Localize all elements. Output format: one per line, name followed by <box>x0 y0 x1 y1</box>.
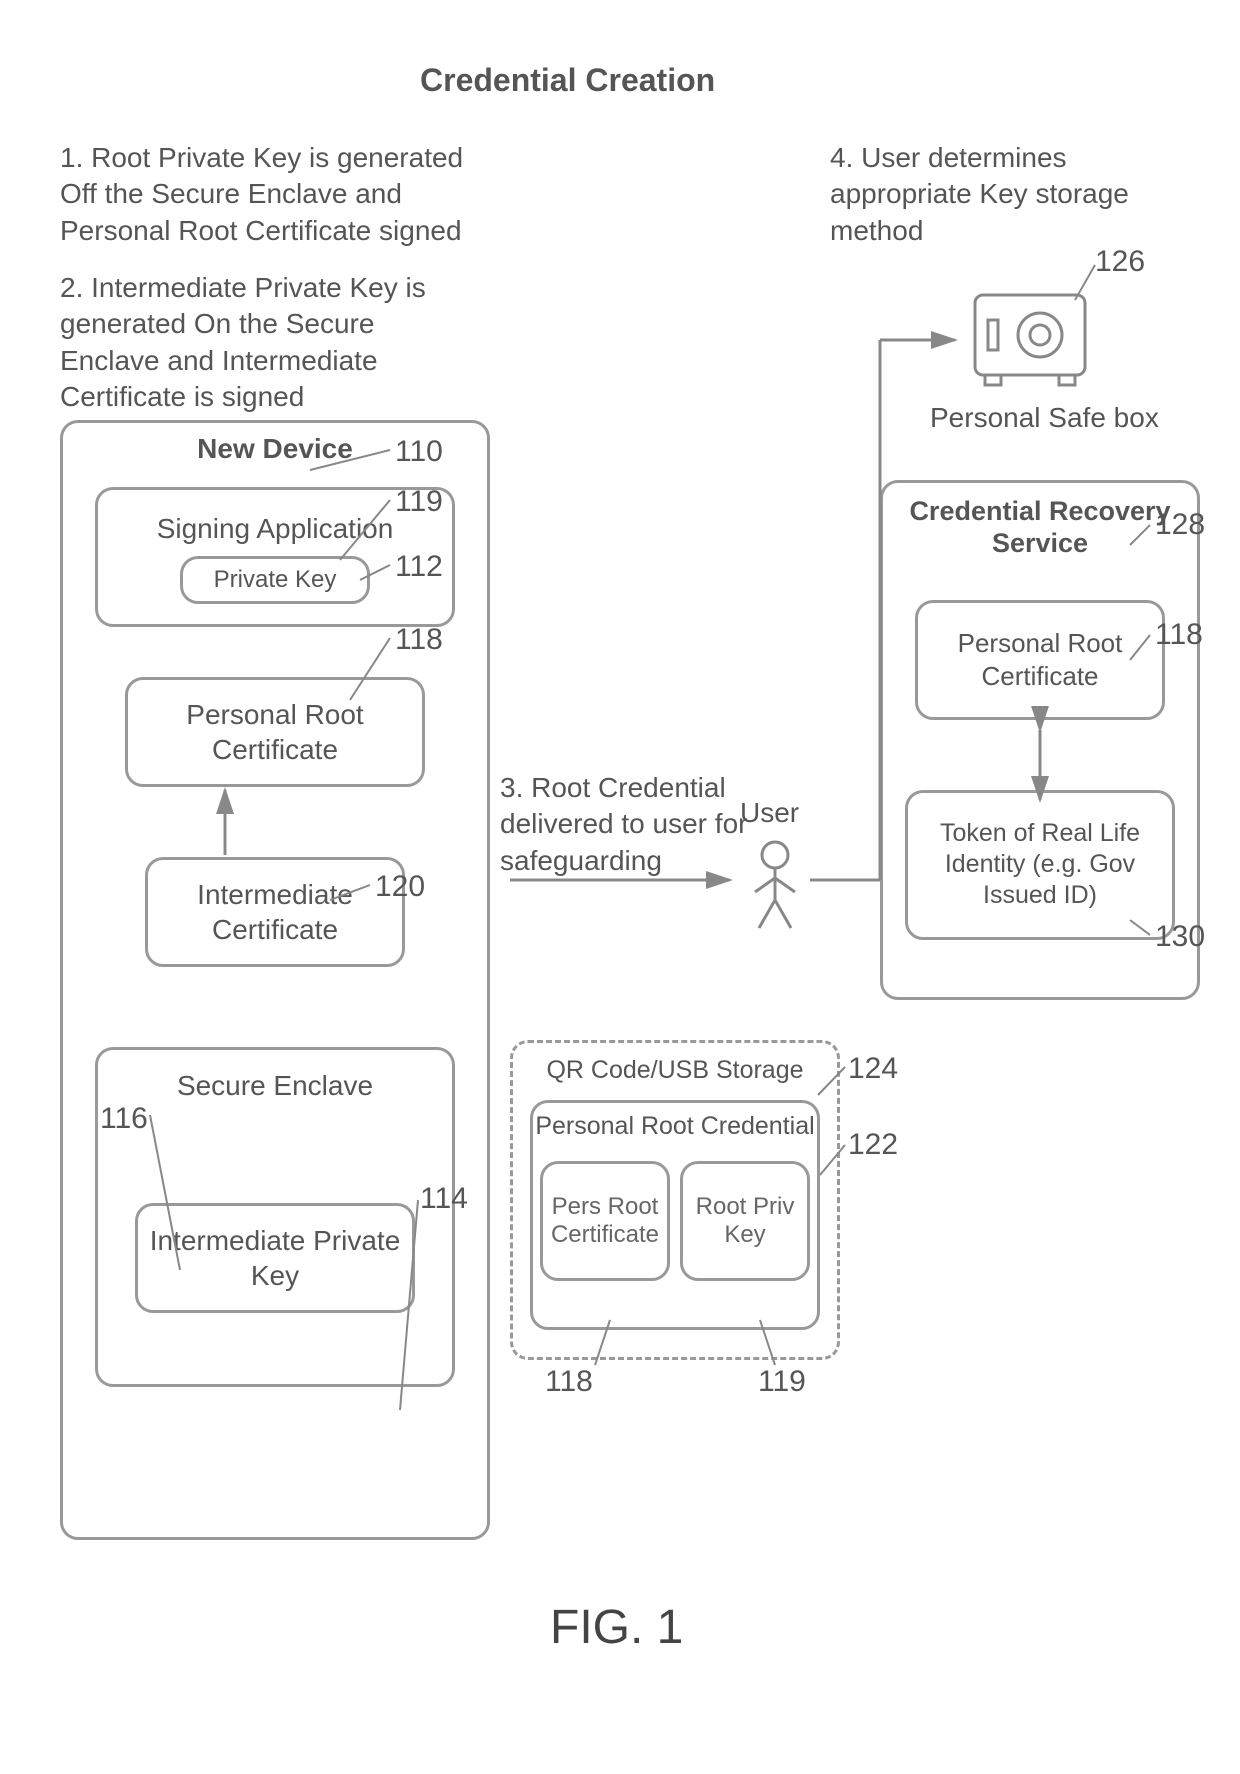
ref-110: 110 <box>395 435 443 469</box>
pers-root-cert-box: Pers Root Certificate <box>540 1161 670 1281</box>
token-label: Token of Real Life Identity (e.g. Gov Is… <box>908 818 1172 912</box>
safe-icon <box>970 290 1090 390</box>
personal-root-cert-label: Personal Root Certificate <box>128 697 422 767</box>
storage-box: QR Code/USB Storage Personal Root Creden… <box>510 1040 840 1360</box>
pers-root-cert-label: Pers Root Certificate <box>543 1193 667 1249</box>
private-key-label: Private Key <box>214 565 337 595</box>
intermediate-cert-box: Intermediate Certificate <box>145 857 405 967</box>
recovery-cert-box: Personal Root Certificate <box>915 600 1165 720</box>
ref-130: 130 <box>1155 920 1205 954</box>
token-box: Token of Real Life Identity (e.g. Gov Is… <box>905 790 1175 940</box>
step-1-text: 1. Root Private Key is generated Off the… <box>60 140 480 249</box>
root-priv-key-box: Root Priv Key <box>680 1161 810 1281</box>
ref-118c: 118 <box>1155 618 1203 652</box>
ref-128: 128 <box>1155 508 1205 542</box>
user-label: User <box>740 795 799 831</box>
credential-recovery-box: Credential Recovery Service Personal Roo… <box>880 480 1200 1000</box>
storage-title: QR Code/USB Storage <box>546 1055 803 1086</box>
ref-112: 112 <box>395 550 443 584</box>
user-icon <box>745 840 805 930</box>
figure-label: FIG. 1 <box>550 1600 683 1655</box>
personal-root-credential-box: Personal Root Credential Pers Root Certi… <box>530 1100 820 1330</box>
ref-119a: 119 <box>395 485 443 519</box>
new-device-box: New Device Signing Application Private K… <box>60 420 490 1540</box>
ref-118b: 118 <box>545 1365 593 1399</box>
secure-enclave-label: Secure Enclave <box>177 1068 373 1103</box>
safe-label: Personal Safe box <box>930 400 1159 436</box>
private-key-box: Private Key <box>180 556 370 604</box>
recovery-title: Credential Recovery Service <box>883 495 1197 560</box>
new-device-title: New Device <box>197 433 353 465</box>
ref-126: 126 <box>1095 245 1145 279</box>
ref-118a: 118 <box>395 623 443 657</box>
step-3-text: 3. Root Credential delivered to user for… <box>500 770 780 879</box>
ref-122: 122 <box>848 1128 898 1162</box>
page-title: Credential Creation <box>420 60 715 102</box>
ref-116: 116 <box>100 1102 148 1136</box>
step-2-text: 2. Intermediate Private Key is generated… <box>60 270 480 416</box>
ref-114: 114 <box>420 1182 468 1216</box>
recovery-cert-label: Personal Root Certificate <box>918 627 1162 692</box>
ref-124: 124 <box>848 1052 898 1086</box>
signing-app-label: Signing Application <box>157 511 394 546</box>
personal-root-cert-box: Personal Root Certificate <box>125 677 425 787</box>
credential-label: Personal Root Credential <box>535 1111 814 1142</box>
ref-119b: 119 <box>758 1365 806 1399</box>
ref-120: 120 <box>375 870 425 904</box>
intermediate-cert-label: Intermediate Certificate <box>148 877 402 947</box>
step-4-text: 4. User determines appropriate Key stora… <box>830 140 1180 249</box>
intermediate-priv-key-box: Intermediate Private Key <box>135 1203 415 1313</box>
intermediate-priv-key-label: Intermediate Private Key <box>138 1223 412 1293</box>
secure-enclave-box: Secure Enclave Intermediate Private Key <box>95 1047 455 1387</box>
root-priv-key-label: Root Priv Key <box>683 1193 807 1249</box>
